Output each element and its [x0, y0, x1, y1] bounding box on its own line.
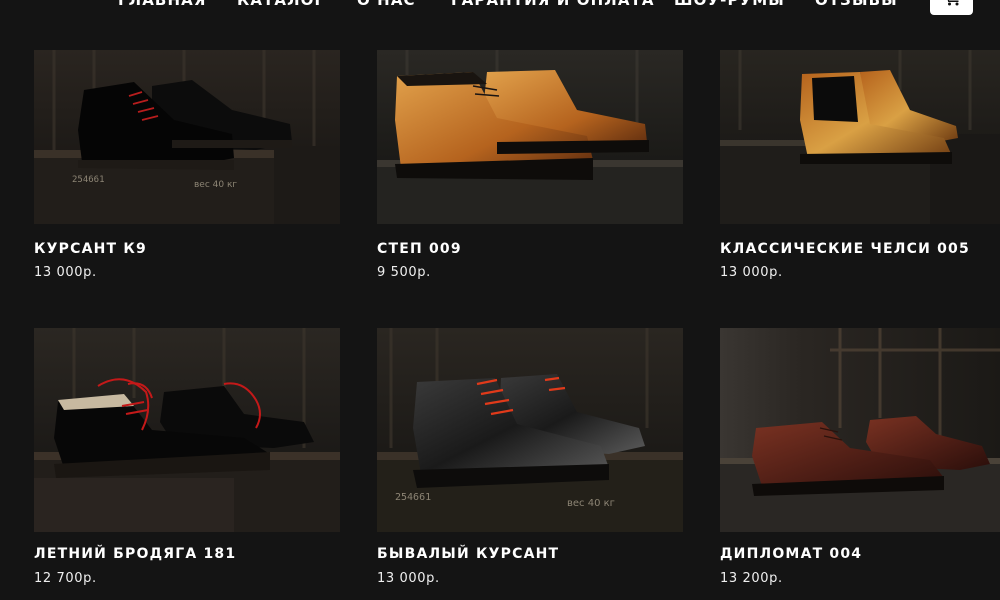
- crate-stencil-weight: вес 40 кг: [567, 498, 615, 509]
- product-price: 13 000р.: [720, 265, 783, 280]
- product-price: 13 000р.: [377, 571, 440, 586]
- crate-stencil-number: 254661: [395, 492, 431, 503]
- product-name[interactable]: ДИПЛОМАТ 004: [720, 546, 862, 562]
- nav-link-home[interactable]: ГЛАВНАЯ: [118, 0, 206, 9]
- tan-chukka-boots-photo: [377, 50, 683, 224]
- cart-button[interactable]: [930, 0, 973, 15]
- product-photo[interactable]: [377, 50, 683, 224]
- product-photo[interactable]: [34, 328, 340, 532]
- product-price: 9 500р.: [377, 265, 431, 280]
- black-derby-boots-photo: 254661 вес 40 кг: [34, 50, 340, 224]
- product-card[interactable]: 254661 вес 40 кг БЫВАЛЫЙ КУРСАНТ 13 000р…: [377, 328, 683, 586]
- nav-link-reviews[interactable]: ОТЗЫВЫ: [815, 0, 898, 9]
- product-card[interactable]: ДИПЛОМАТ 004 13 200р.: [720, 328, 1000, 586]
- product-price: 13 200р.: [720, 571, 783, 586]
- product-card[interactable]: КЛАССИЧЕСКИЕ ЧЕЛСИ 005 13 000р.: [720, 50, 1000, 280]
- crate-stencil-weight: вес 40 кг: [194, 180, 237, 190]
- product-card[interactable]: СТЕП 009 9 500р.: [377, 50, 683, 280]
- product-name[interactable]: СТЕП 009: [377, 241, 462, 257]
- product-photo[interactable]: 254661 вес 40 кг: [377, 328, 683, 532]
- tan-chelsea-boots-photo: [720, 50, 1000, 224]
- product-photo[interactable]: [720, 50, 1000, 224]
- grey-boots-red-laces-photo: 254661 вес 40 кг: [377, 328, 683, 532]
- product-price: 12 700р.: [34, 571, 97, 586]
- product-photo[interactable]: 254661 вес 40 кг: [34, 50, 340, 224]
- product-name[interactable]: БЫВАЛЫЙ КУРСАНТ: [377, 546, 559, 562]
- crate-stencil-number: 254661: [72, 175, 105, 185]
- shopping-cart-icon: [947, 0, 958, 6]
- black-shoes-red-laces-photo: [34, 328, 340, 532]
- product-card[interactable]: ЛЕТНИЙ БРОДЯГА 181 12 700р.: [34, 328, 340, 586]
- product-name[interactable]: КУРСАНТ К9: [34, 241, 147, 257]
- burgundy-oxfords-photo: [720, 328, 1000, 532]
- product-price: 13 000р.: [34, 265, 97, 280]
- nav-link-warranty-payment[interactable]: ГАРАНТИЯ И ОПЛАТА: [451, 0, 655, 9]
- product-name[interactable]: ЛЕТНИЙ БРОДЯГА 181: [34, 546, 236, 562]
- nav-link-showrooms[interactable]: ШОУ-РУМЫ: [674, 0, 785, 9]
- nav-link-about[interactable]: О НАС: [357, 0, 416, 9]
- nav-link-catalog[interactable]: КАТАЛОГ: [237, 0, 325, 9]
- product-name[interactable]: КЛАССИЧЕСКИЕ ЧЕЛСИ 005: [720, 241, 970, 257]
- product-card[interactable]: 254661 вес 40 кг КУРСАНТ К9 13 000р.: [34, 50, 340, 280]
- main-nav: ГЛАВНАЯ КАТАЛОГ О НАС ГАРАНТИЯ И ОПЛАТА …: [0, 0, 1000, 19]
- product-photo[interactable]: [720, 328, 1000, 532]
